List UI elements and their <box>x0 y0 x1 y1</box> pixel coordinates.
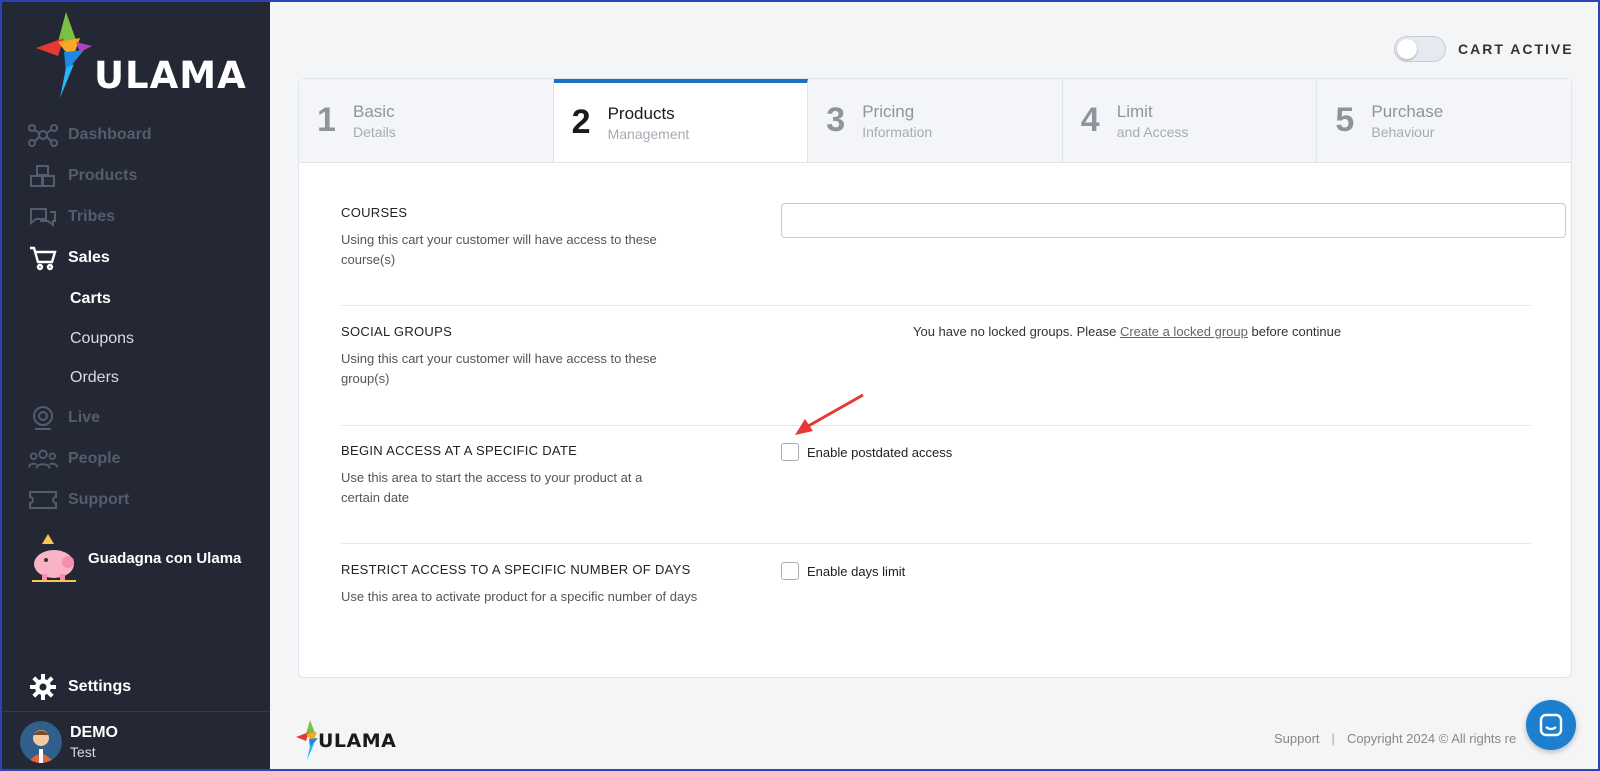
sidebar-item-label: Live <box>68 409 101 426</box>
cart-active-toggle[interactable] <box>1394 36 1446 62</box>
piggy-bank-icon <box>32 534 76 582</box>
step-subtitle: and Access <box>1116 123 1189 140</box>
sidebar-item-label: People <box>68 450 121 467</box>
sidebar-item-support[interactable]: Support <box>28 485 129 515</box>
sidebar-subitem-orders[interactable]: Orders <box>70 369 119 387</box>
step-title: Purchase <box>1371 101 1444 121</box>
user-subtitle: Test <box>70 744 96 760</box>
step-pricing[interactable]: 3 Pricing Information <box>808 79 1063 162</box>
step-purchase[interactable]: 5 Purchase Behaviour <box>1317 79 1571 162</box>
step-number: 2 <box>571 103 591 141</box>
promo-label: Guadagna con Ulama <box>88 549 242 567</box>
ticket-icon <box>28 487 58 513</box>
annotation-arrow-icon <box>795 393 864 435</box>
step-number: 3 <box>826 101 846 139</box>
footer-copyright: Copyright 2024 © All rights re <box>1346 731 1517 746</box>
sidebar-subitem-carts[interactable]: Carts <box>70 290 111 308</box>
message-text: before continue <box>1247 324 1342 339</box>
sidebar-item-label: Tribes <box>68 208 116 225</box>
chat-bubbles-icon <box>28 204 58 230</box>
people-icon <box>28 446 58 472</box>
cart-icon <box>28 245 58 271</box>
chat-button[interactable] <box>1526 700 1576 750</box>
courses-section: COURSES Using this cart your customer wi… <box>341 203 1566 270</box>
logo-text: ULAMA <box>94 54 247 97</box>
social-groups-section: SOCIAL GROUPS Using this cart your custo… <box>341 324 1531 389</box>
footer-support-link[interactable]: Support <box>1274 731 1320 746</box>
ulama-logo[interactable]: ULAMA <box>36 12 246 102</box>
step-number: 5 <box>1335 101 1355 139</box>
settings-label: Settings <box>68 678 132 695</box>
user-name: DEMO <box>70 724 118 741</box>
days-limit-checkbox[interactable] <box>781 562 799 580</box>
message-text: You have no locked groups. Please <box>913 324 1120 339</box>
days-limit-row: Enable days limit <box>781 562 905 580</box>
webcam-icon <box>28 405 58 431</box>
sidebar-item-label: Sales <box>68 249 110 266</box>
checkbox-label[interactable]: Enable days limit <box>807 564 905 579</box>
sidebar-item-dashboard[interactable]: Dashboard <box>28 120 152 150</box>
footer-logo: ULAMA <box>296 720 396 767</box>
sidebar-subitem-coupons[interactable]: Coupons <box>70 330 134 348</box>
sidebar-item-sales[interactable]: Sales <box>28 243 110 273</box>
step-number: 4 <box>1080 101 1100 139</box>
section-divider <box>341 543 1531 544</box>
step-basic[interactable]: 1 Basic Details <box>299 79 554 162</box>
footer-logo-text: ULAMA <box>318 730 397 752</box>
checkbox-label[interactable]: Enable postdated access <box>807 445 952 460</box>
section-title: RESTRICT ACCESS TO A SPECIFIC NUMBER OF … <box>341 562 691 577</box>
step-subtitle: Management <box>607 125 690 142</box>
footer-separator: | <box>1331 731 1335 746</box>
cart-active-toggle-wrap: CART ACTIVE <box>1394 36 1574 62</box>
section-description: Using this cart your customer will have … <box>341 232 657 267</box>
step-limit[interactable]: 4 Limit and Access <box>1062 79 1318 162</box>
step-title: Pricing <box>862 101 915 121</box>
sidebar-item-label: Products <box>68 167 138 184</box>
cart-wizard-card: 1 Basic Details 2 Products Management 3 Pr… <box>298 78 1572 678</box>
begin-access-section: BEGIN ACCESS AT A SPECIFIC DATE Use this… <box>341 393 1531 508</box>
create-locked-group-link[interactable]: Create a locked group <box>1120 324 1248 339</box>
postdated-access-checkbox[interactable] <box>781 443 799 461</box>
sidebar-item-label: Support <box>68 491 130 508</box>
sidebar-item-settings[interactable]: Settings <box>30 674 131 700</box>
chat-icon <box>1539 713 1563 737</box>
step-subtitle: Details <box>353 123 396 140</box>
section-divider <box>341 425 1531 426</box>
toggle-knob <box>1397 39 1417 59</box>
sidebar-item-products[interactable]: Products <box>28 161 137 191</box>
restrict-access-section: RESTRICT ACCESS TO A SPECIFIC NUMBER OF … <box>341 562 1531 607</box>
step-subtitle: Information <box>862 123 933 140</box>
boxes-icon <box>28 163 58 189</box>
no-locked-groups-message: You have no locked groups. Please Create… <box>913 324 1341 339</box>
section-description: Use this area to start the access to you… <box>341 470 643 505</box>
section-divider <box>341 305 1531 306</box>
step-products[interactable]: 2 Products Management <box>553 79 809 162</box>
step-subtitle: Behaviour <box>1371 123 1435 140</box>
sidebar-item-label: Dashboard <box>68 126 152 143</box>
nodes-icon <box>28 122 58 148</box>
step-title: Products <box>607 103 675 123</box>
courses-input[interactable] <box>781 203 1566 238</box>
user-profile[interactable]: DEMO Test <box>20 721 118 763</box>
wizard-steps: 1 Basic Details 2 Products Management 3 Pr… <box>299 79 1571 163</box>
step-title: Basic <box>353 101 395 121</box>
avatar <box>20 721 62 763</box>
sidebar: ULAMA Dashboard Products Tribes Sales Ca… <box>2 2 270 769</box>
promo-link[interactable]: Guadagna con Ulama <box>28 532 241 584</box>
sidebar-divider <box>2 711 270 712</box>
gear-icon <box>30 674 56 700</box>
sidebar-item-live[interactable]: Live <box>28 403 100 433</box>
step-number: 1 <box>317 101 336 139</box>
sidebar-item-tribes[interactable]: Tribes <box>28 202 115 232</box>
postdated-access-row: Enable postdated access <box>781 443 952 461</box>
cart-active-label: CART ACTIVE <box>1458 41 1574 57</box>
step-title: Limit <box>1116 101 1153 121</box>
section-description: Use this area to activate product for a … <box>341 589 698 604</box>
section-description: Using this cart your customer will have … <box>341 351 657 386</box>
footer-links: Support | Copyright 2024 © All rights re <box>1274 731 1516 746</box>
hummingbird-icon <box>36 12 92 98</box>
sidebar-item-people[interactable]: People <box>28 444 120 474</box>
